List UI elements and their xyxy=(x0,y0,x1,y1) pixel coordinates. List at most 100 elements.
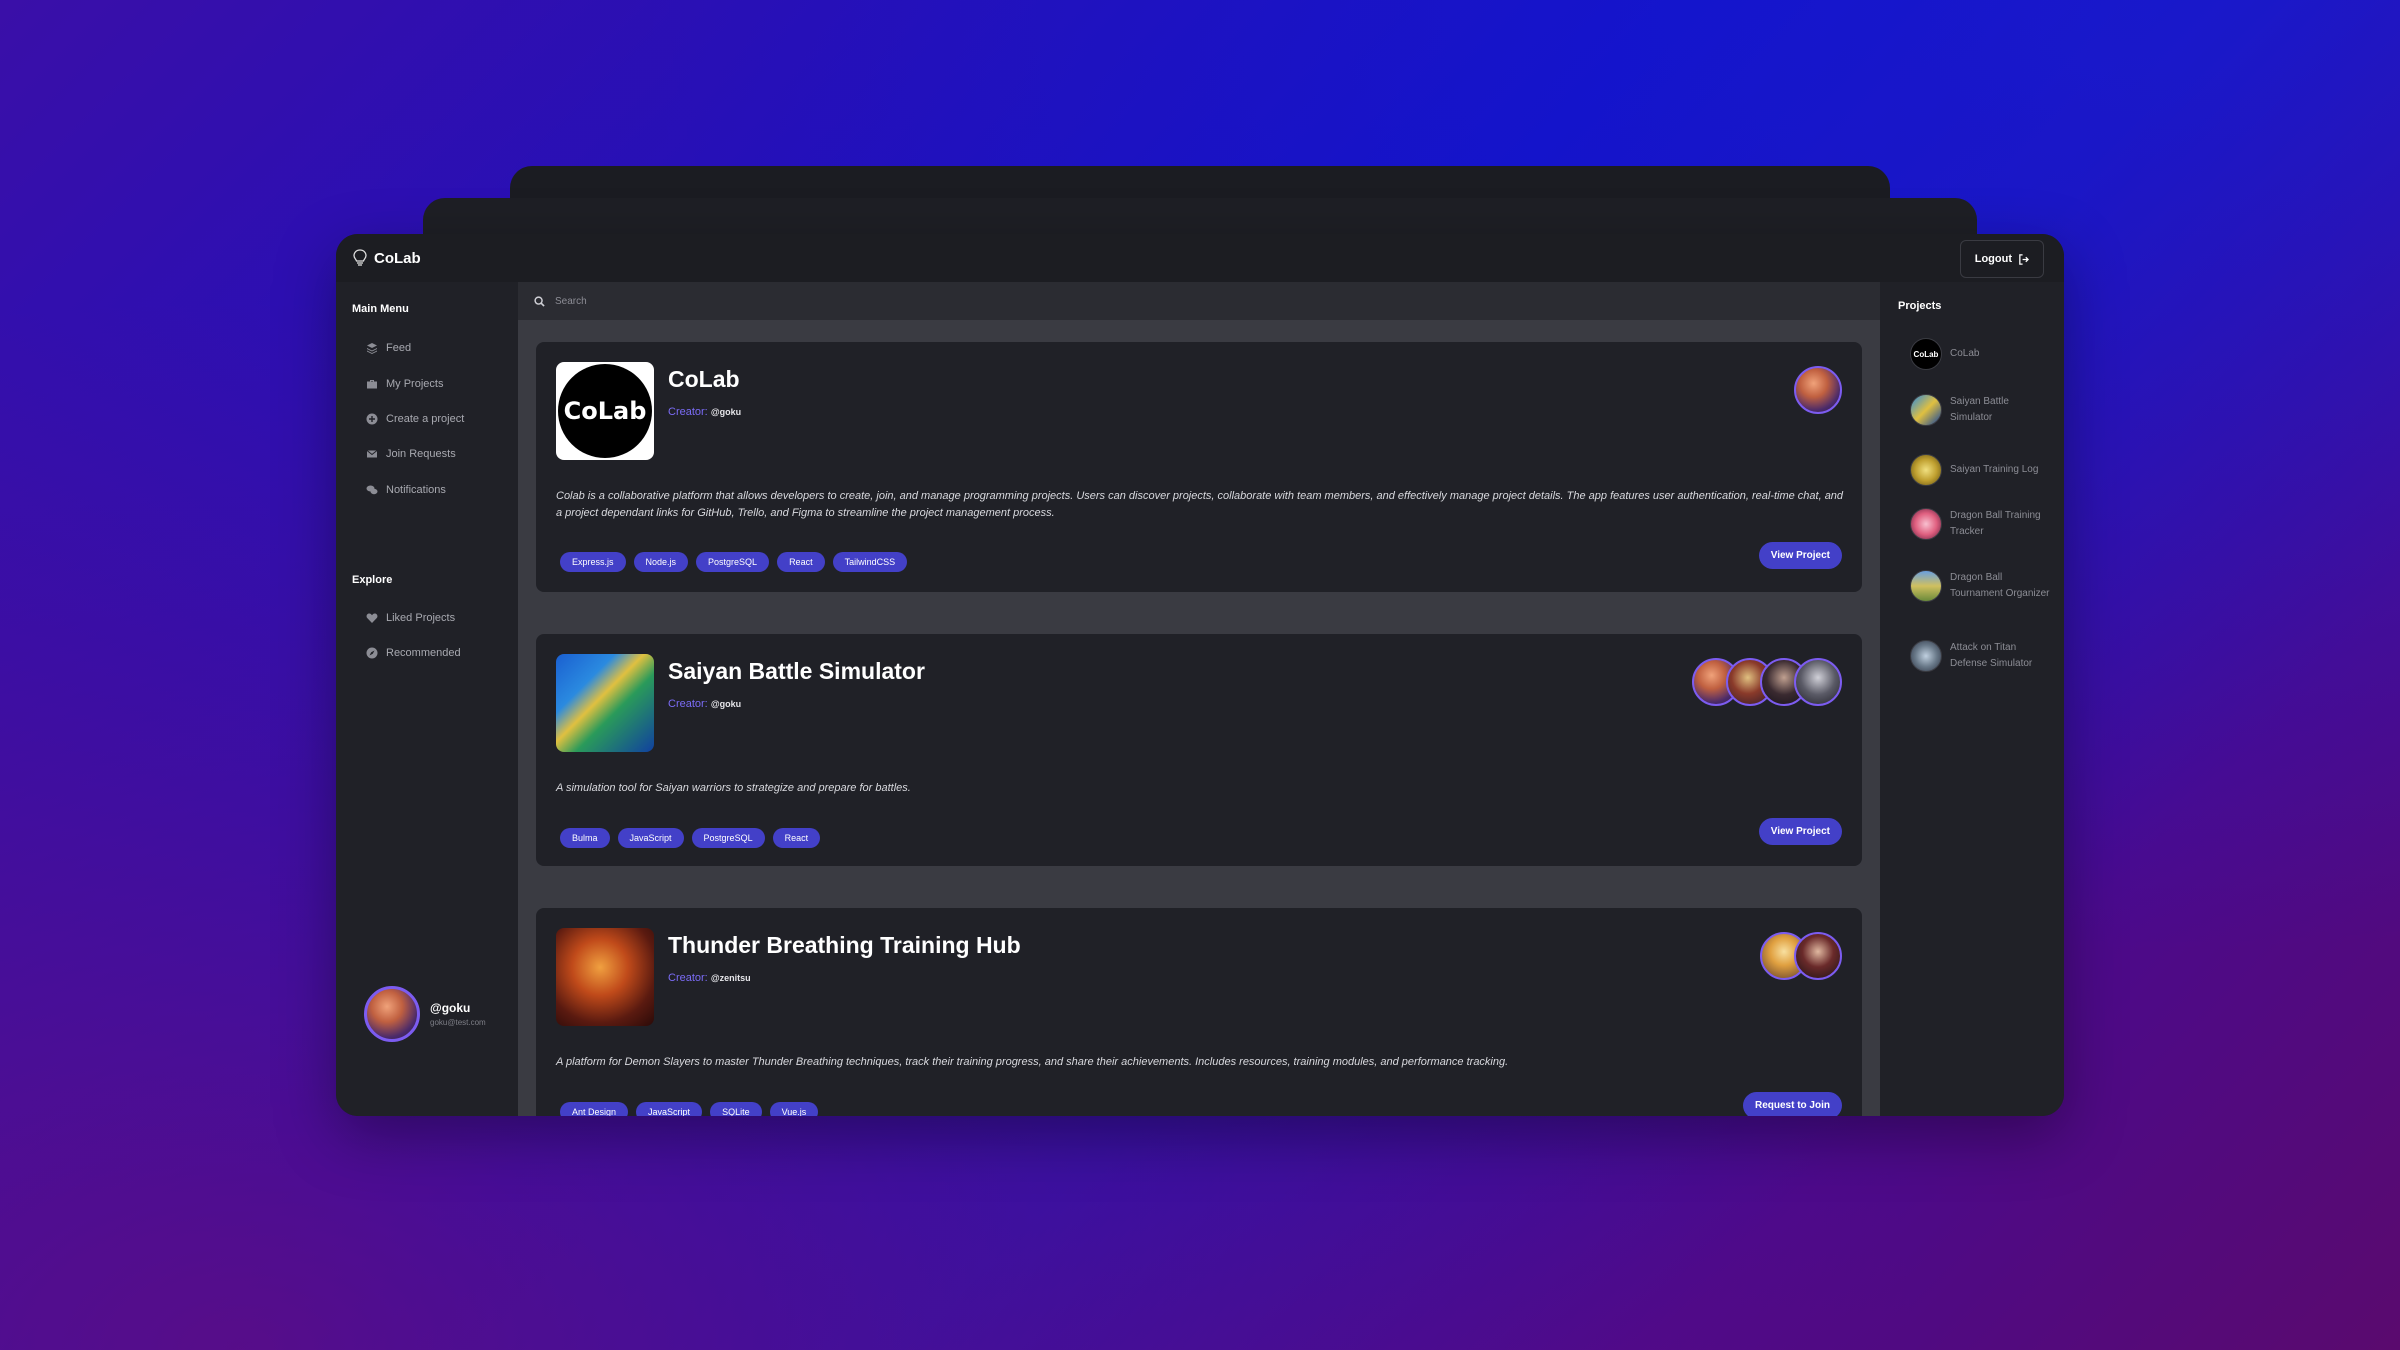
project-list-item[interactable]: Attack on Titan Defense Simulator xyxy=(1910,640,2050,672)
creator-label: Creator: xyxy=(668,972,708,984)
project-avatar xyxy=(1910,454,1942,486)
project-creator: Creator: @goku xyxy=(668,698,741,710)
top-bar: CoLab Logout xyxy=(336,234,2064,282)
project-card-thunder-breathing: Thunder Breathing Training Hub Creator: … xyxy=(536,908,1862,1116)
project-list-label: Saiyan Battle Simulator xyxy=(1950,396,2009,423)
tech-tag: PostgreSQL xyxy=(696,552,770,572)
request-to-join-button[interactable]: Request to Join xyxy=(1742,1092,1842,1116)
tech-tag: Express.js xyxy=(560,552,626,572)
sidebar-item-my-projects[interactable]: My Projects xyxy=(366,378,443,390)
sidebar-item-label: Recommended xyxy=(386,647,461,659)
briefcase-icon xyxy=(367,380,377,389)
sidebar-item-liked-projects[interactable]: Liked Projects xyxy=(366,612,455,624)
tech-tags: Bulma JavaScript PostgreSQL React xyxy=(560,828,821,848)
tech-tag: JavaScript xyxy=(636,1102,703,1116)
explore-title: Explore xyxy=(352,574,393,586)
sidebar-item-join-requests[interactable]: Join Requests xyxy=(366,448,456,460)
app-name: CoLab xyxy=(374,249,421,267)
sidebar-item-label: Notifications xyxy=(386,484,446,496)
colab-logo: CoLab xyxy=(558,364,652,458)
sidebar-item-label: Join Requests xyxy=(386,448,456,460)
search-placeholder: Search xyxy=(555,295,587,307)
project-list-item[interactable]: Saiyan Battle Simulator xyxy=(1910,394,2050,426)
project-list-label: Dragon Ball Training Tracker xyxy=(1950,510,2041,537)
brand[interactable]: CoLab xyxy=(352,249,421,267)
compass-icon xyxy=(366,647,378,659)
tech-tag: Vue.js xyxy=(769,1102,819,1116)
project-card-saiyan-battle-simulator: Saiyan Battle Simulator Creator: @goku A… xyxy=(536,634,1862,866)
left-sidebar: Main Menu Feed My Projects Create a proj… xyxy=(336,282,518,1116)
member-avatars xyxy=(1692,658,1842,706)
tech-tag: React xyxy=(772,828,821,848)
projects-panel-title: Projects xyxy=(1898,300,1942,312)
sidebar-item-feed[interactable]: Feed xyxy=(366,342,411,354)
logout-icon xyxy=(2019,253,2029,265)
project-list-item[interactable]: Saiyan Training Log xyxy=(1910,454,2050,486)
member-avatars xyxy=(1760,932,1842,980)
sidebar-item-notifications[interactable]: Notifications xyxy=(366,484,446,496)
avatar[interactable] xyxy=(1794,658,1842,706)
project-list-item[interactable]: CoLab CoLab xyxy=(1910,338,2050,370)
search-bar[interactable]: Search xyxy=(518,282,1880,320)
project-list-label: Dragon Ball Tournament Organizer xyxy=(1950,572,2050,599)
sidebar-item-label: Feed xyxy=(386,342,412,354)
project-description: A simulation tool for Saiyan warriors to… xyxy=(556,782,911,794)
project-title[interactable]: Thunder Breathing Training Hub xyxy=(668,932,1021,959)
tech-tag: PostgreSQL xyxy=(691,828,765,848)
lightbulb-icon xyxy=(353,249,367,266)
tech-tags: Express.js Node.js PostgreSQL React Tail… xyxy=(560,552,908,572)
sidebar-item-label: Liked Projects xyxy=(386,612,456,624)
project-description: Colab is a collaborative platform that a… xyxy=(556,490,1844,519)
project-creator: Creator: @zenitsu xyxy=(668,972,751,984)
tech-tag: Node.js xyxy=(633,552,689,572)
project-thumbnail[interactable] xyxy=(556,654,654,752)
heart-icon xyxy=(366,613,378,623)
creator-handle[interactable]: @zenitsu xyxy=(711,973,751,983)
avatar[interactable] xyxy=(1794,366,1842,414)
project-avatar xyxy=(1910,508,1942,540)
tech-tag: Ant Design xyxy=(560,1102,629,1116)
sidebar-item-recommended[interactable]: Recommended xyxy=(366,647,461,659)
project-thumbnail[interactable] xyxy=(556,928,654,1026)
creator-handle[interactable]: @goku xyxy=(711,407,741,417)
project-avatar xyxy=(1910,394,1942,426)
plus-circle-icon xyxy=(366,413,378,425)
main-menu-title: Main Menu xyxy=(352,303,409,315)
right-sidebar-projects: Projects CoLab CoLab Saiyan Battle Simul… xyxy=(1880,282,2064,1116)
tech-tag: React xyxy=(777,552,825,572)
project-avatar xyxy=(1910,570,1942,602)
project-list-item[interactable]: Dragon Ball Tournament Organizer xyxy=(1910,570,2050,602)
project-thumbnail[interactable]: CoLab xyxy=(556,362,654,460)
project-card-colab: CoLab CoLab Creator: @goku Colab is a co… xyxy=(536,342,1862,592)
creator-handle[interactable]: @goku xyxy=(711,699,741,709)
tech-tag: SQLite xyxy=(710,1102,762,1116)
logout-label: Logout xyxy=(1974,253,2012,265)
tech-tag: TailwindCSS xyxy=(832,552,908,572)
project-list-label: CoLab xyxy=(1950,348,1980,359)
app-window: CoLab Logout Main Menu Feed My Projects … xyxy=(336,234,2064,1116)
tech-tag: Bulma xyxy=(560,828,610,848)
sidebar-item-label: My Projects xyxy=(386,378,444,390)
creator-label: Creator: xyxy=(668,406,708,418)
project-avatar: CoLab xyxy=(1910,338,1942,370)
search-icon xyxy=(534,295,545,307)
project-avatar xyxy=(1910,640,1942,672)
view-project-button[interactable]: View Project xyxy=(1758,542,1842,569)
project-title[interactable]: Saiyan Battle Simulator xyxy=(668,658,925,685)
tech-tag: JavaScript xyxy=(617,828,684,848)
view-project-button[interactable]: View Project xyxy=(1758,818,1842,845)
avatar[interactable] xyxy=(1794,932,1842,980)
project-creator: Creator: @goku xyxy=(668,406,741,418)
comments-icon xyxy=(366,485,378,495)
layers-icon xyxy=(367,343,377,354)
project-list-label: Saiyan Training Log xyxy=(1950,464,2039,475)
project-list-label: Attack on Titan Defense Simulator xyxy=(1950,642,2033,669)
project-list-item[interactable]: Dragon Ball Training Tracker xyxy=(1910,508,2050,540)
user-profile[interactable]: @goku goku@test.com xyxy=(364,986,486,1042)
main-feed: Search CoLab CoLab Creator: @goku Colab … xyxy=(518,282,1880,1116)
project-title[interactable]: CoLab xyxy=(668,366,740,393)
avatar xyxy=(364,986,420,1042)
sidebar-item-create-project[interactable]: Create a project xyxy=(366,413,464,425)
logout-button[interactable]: Logout xyxy=(1959,240,2044,278)
user-email: goku@test.com xyxy=(430,1018,486,1027)
